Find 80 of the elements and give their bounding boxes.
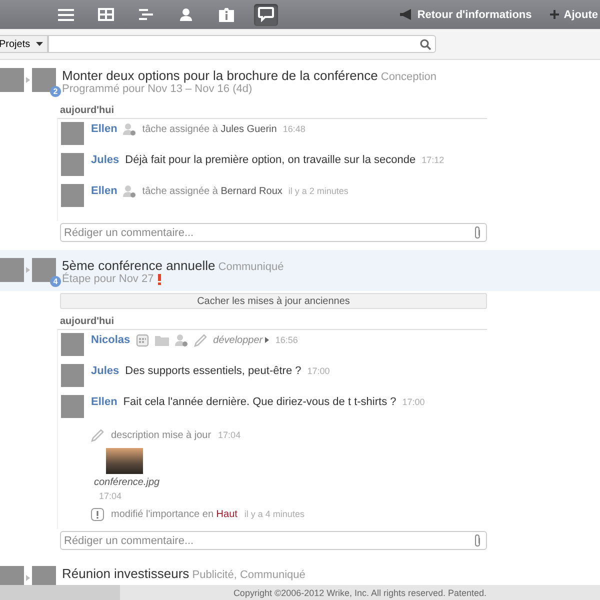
bars-icon xyxy=(139,8,153,21)
avatar xyxy=(61,333,84,356)
author-link[interactable]: Nicolas xyxy=(91,334,130,346)
chat-icon xyxy=(258,7,274,22)
task-title[interactable]: Monter deux options pour la brochure de la conférence xyxy=(62,68,378,83)
author-link[interactable]: Ellen xyxy=(91,185,118,197)
avatar xyxy=(61,153,84,176)
feedback-link[interactable]: Retour d'informations xyxy=(400,8,532,20)
author-link[interactable]: Jules xyxy=(91,154,120,166)
timestamp: il y a 4 minutes xyxy=(244,509,304,519)
pencil-icon xyxy=(91,428,104,442)
avatar xyxy=(61,364,84,387)
comment-text: Des supports essentiels, peut-être ? xyxy=(125,365,302,377)
grid-icon xyxy=(98,8,114,21)
author-link[interactable]: Ellen xyxy=(91,123,118,135)
task-title[interactable]: 5ème conférence annuelle xyxy=(62,258,216,273)
comment-field[interactable]: Rédiger un commentaire... xyxy=(60,531,487,550)
task-schedule: Programmé pour Nov 13 – Nov 16 (4d) xyxy=(62,83,252,95)
paperclip-icon xyxy=(474,534,481,547)
pencil-icon xyxy=(194,334,208,346)
task-folder-tag[interactable]: Conception xyxy=(380,71,437,83)
search-field[interactable] xyxy=(48,35,436,53)
person-icon xyxy=(180,8,192,21)
timestamp: 17:12 xyxy=(422,155,444,165)
avatar xyxy=(0,68,24,92)
timestamp: 16:56 xyxy=(275,335,298,345)
avatar xyxy=(61,184,84,207)
calendar-icon xyxy=(136,334,150,346)
avatar xyxy=(61,122,84,145)
caret-icon xyxy=(36,42,44,46)
projects-dropdown[interactable]: Projets xyxy=(0,35,48,53)
task-folder-tag[interactable]: Publicité, Communiqué xyxy=(192,569,306,581)
activity-text: tâche assignée à Jules Guerin xyxy=(142,124,277,134)
task-title[interactable]: Réunion investisseurs xyxy=(62,566,190,581)
hide-older-updates-button[interactable]: Cacher les mises à jour anciennes xyxy=(60,293,487,309)
megaphone-icon xyxy=(400,9,412,20)
timestamp: 17:00 xyxy=(307,366,330,376)
author-link[interactable]: Ellen xyxy=(91,396,118,408)
activity-text: tâche assignée à Bernard Roux xyxy=(142,186,282,196)
task-folder-tag[interactable]: Communiqué xyxy=(218,261,284,273)
activity-text: description mise à jour xyxy=(111,430,212,440)
assign-person-icon xyxy=(175,334,188,346)
plus-icon xyxy=(550,10,559,19)
activity-text: modifié l'importance en Haut xyxy=(111,508,238,520)
avatar xyxy=(0,258,24,282)
assign-person-icon xyxy=(123,122,136,136)
author-link[interactable]: Jules xyxy=(91,365,120,377)
timestamp: 16:48 xyxy=(282,124,306,134)
avatar xyxy=(32,258,56,282)
assign-person-icon xyxy=(123,184,136,198)
comment-text: Déjà fait pour la première option, on travaille sur la seconde xyxy=(125,154,416,166)
timestamp: 17:04 xyxy=(99,491,122,501)
arrow-icon xyxy=(26,77,30,83)
timestamp: 17:04 xyxy=(218,430,241,440)
avatar xyxy=(61,395,84,418)
day-label: aujourd'hui xyxy=(60,104,116,118)
info-icon xyxy=(218,7,234,22)
stream-view-button[interactable] xyxy=(254,4,278,26)
comment-text: Fait cela l'année dernière. Que diriez-vous de t t-shirts ? xyxy=(123,396,396,408)
count-badge: 4 xyxy=(50,276,61,287)
photo-placeholder[interactable] xyxy=(106,448,143,474)
add-link[interactable]: Ajoute xyxy=(550,8,598,20)
alert-icon xyxy=(91,508,104,520)
expand-link[interactable]: développer xyxy=(213,334,270,346)
paperclip-icon xyxy=(474,226,481,239)
menu-icon xyxy=(58,8,74,22)
day-label: aujourd'hui xyxy=(60,315,116,329)
search-icon xyxy=(420,38,432,50)
count-badge: 2 xyxy=(50,86,61,97)
arrow-icon xyxy=(265,336,270,342)
timestamp: il y a 2 minutes xyxy=(288,186,348,196)
folder-icon xyxy=(155,334,170,346)
arrow-icon xyxy=(26,575,30,581)
comment-field[interactable]: Rédiger un commentaire... xyxy=(60,223,487,242)
attachment-link[interactable]: conférence.jpg xyxy=(94,477,160,488)
avatar xyxy=(32,68,56,92)
arrow-icon xyxy=(26,267,30,273)
timestamp: 17:00 xyxy=(402,397,425,407)
copyright-text: Copyright ©2006-2012 Wrike, Inc. All rights reserved. Patented. xyxy=(233,588,487,598)
task-schedule: Étape pour Nov 27 xyxy=(62,273,154,285)
